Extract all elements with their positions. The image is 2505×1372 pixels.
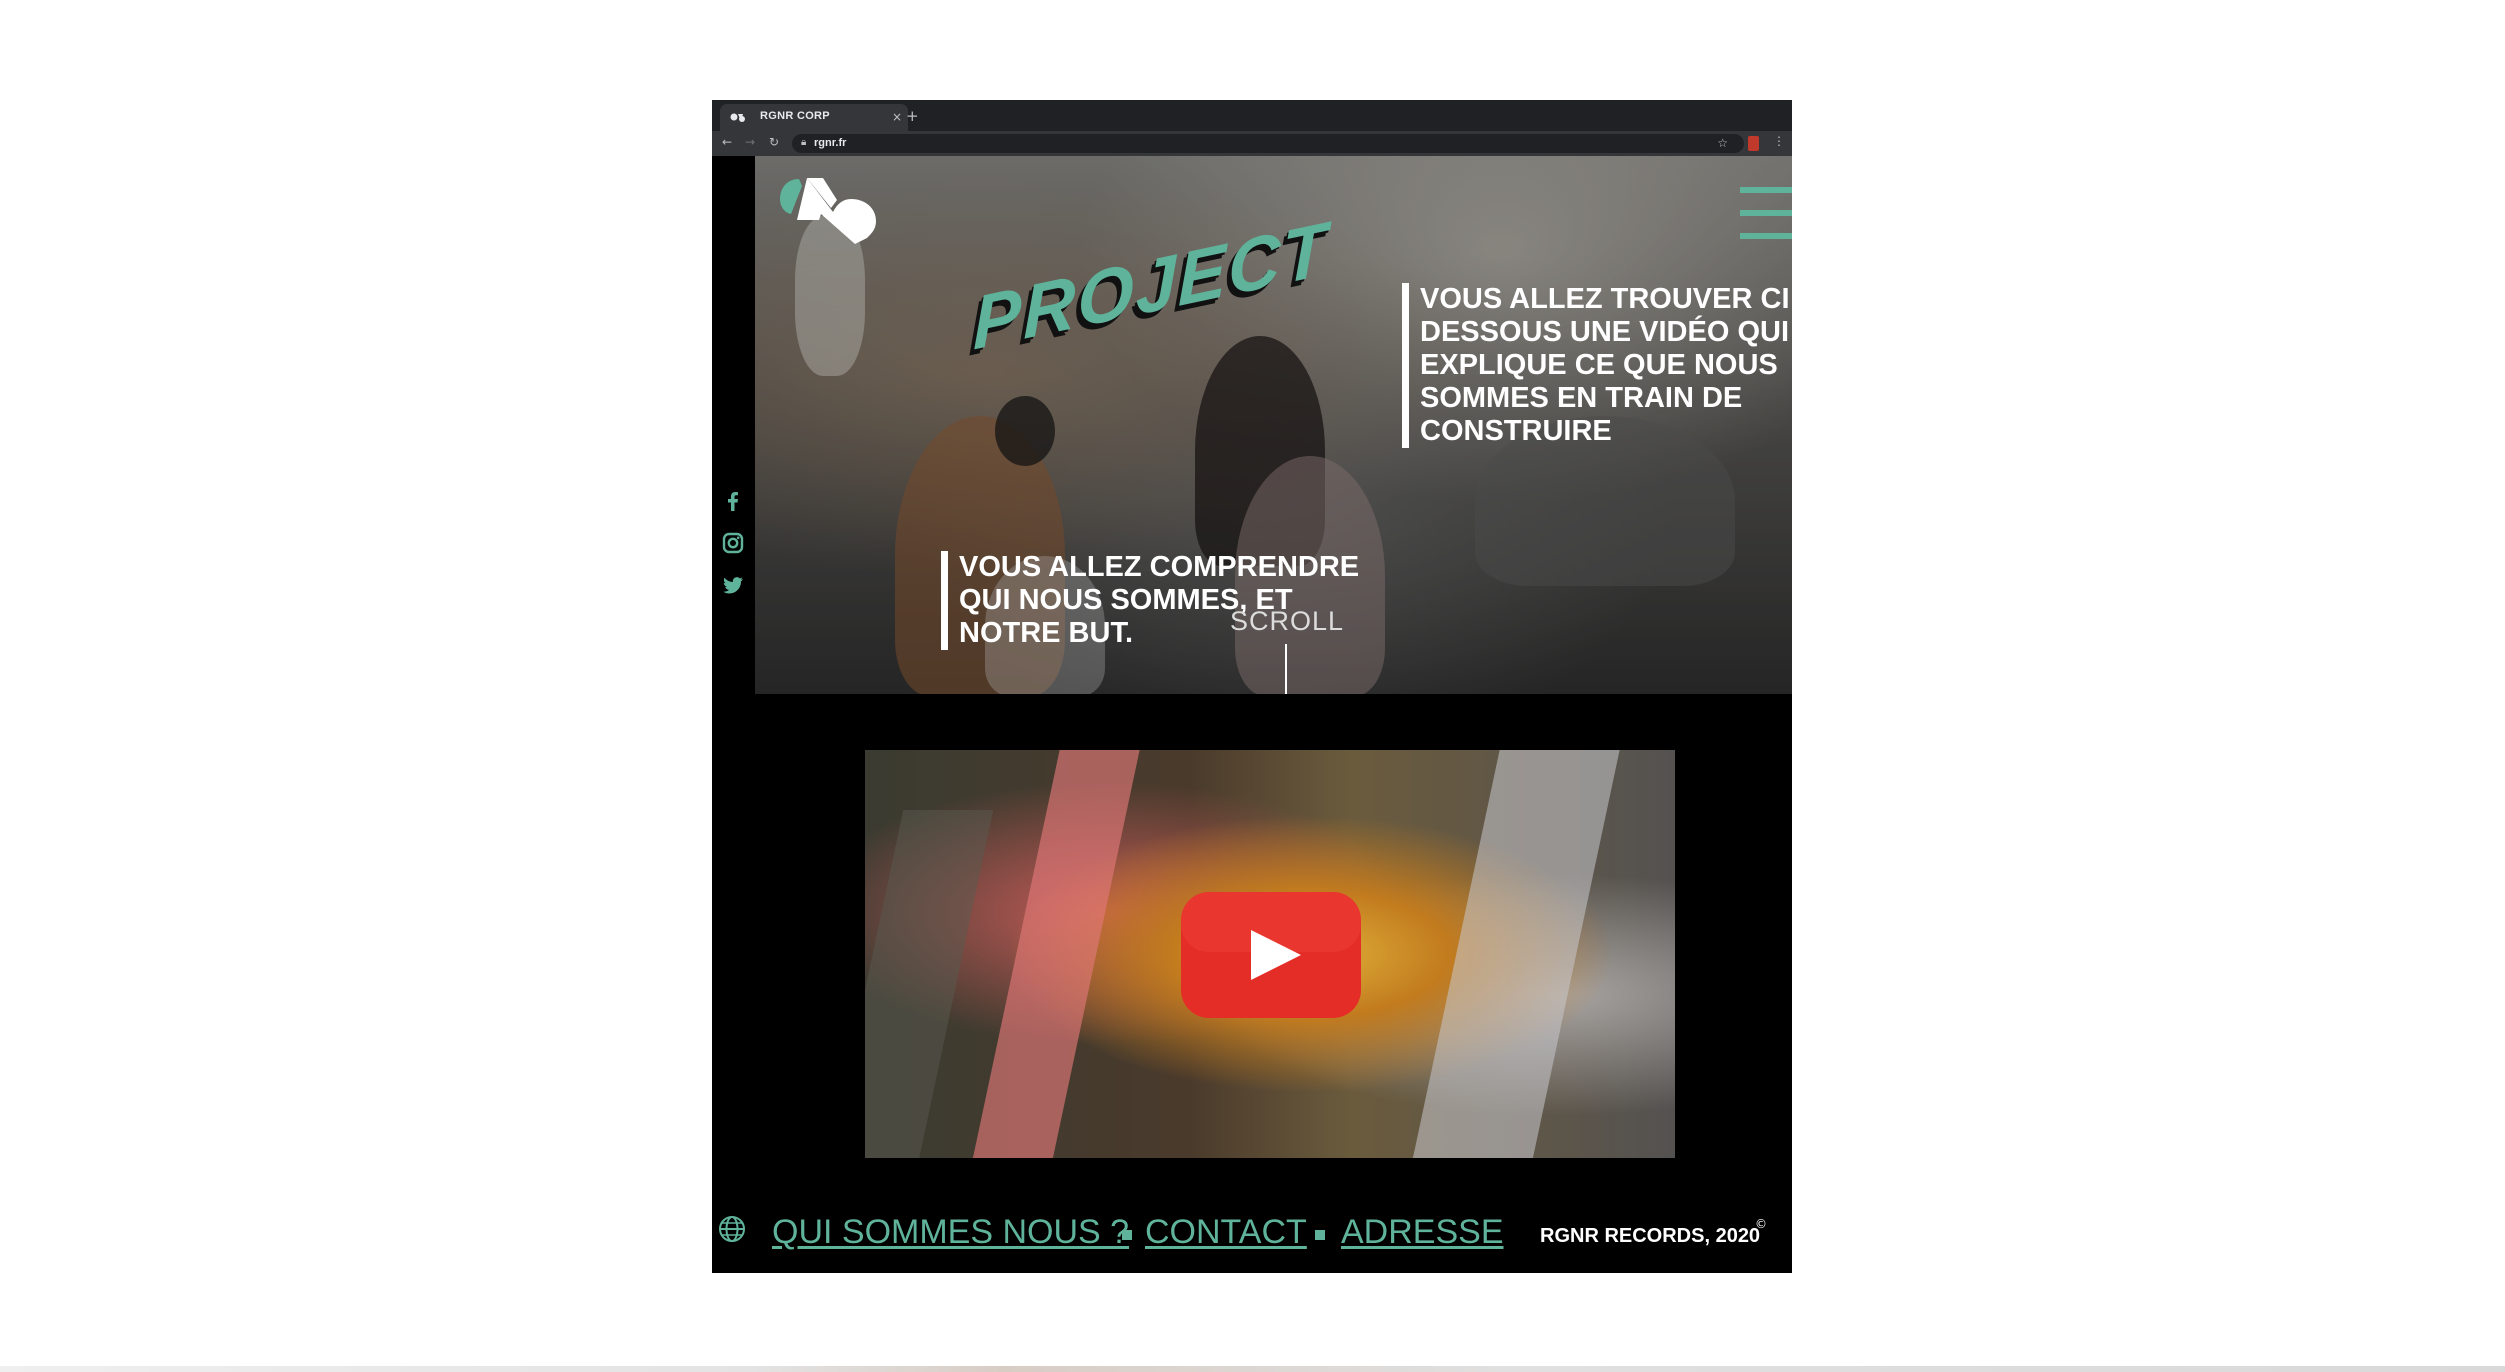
video-intro-text: VOUS ALLEZ TROUVER CI DESSOUS UNE VIDÉO … <box>1402 283 1792 448</box>
browser-toolbar: ← → ↻ 🔒︎ rgnr.fr ☆ ⋮ <box>712 131 1792 156</box>
tab-title: RGNR CORP <box>760 110 830 122</box>
video-frame-shape <box>1406 750 1624 1158</box>
browser-menu-icon[interactable]: ⋮ <box>1773 134 1785 148</box>
footer: QUI SOMMES NOUS ? CONTACT ADRESSE RGNR R… <box>712 1200 1792 1252</box>
footer-link-adresse[interactable]: ADRESSE <box>1341 1213 1504 1252</box>
browser-window: RGNR CORP × + ← → ↻ 🔒︎ rgnr.fr ☆ ⋮ PROJE… <box>712 100 1792 1273</box>
globe-icon[interactable] <box>718 1215 746 1243</box>
lock-icon: 🔒︎ <box>801 137 807 148</box>
scroll-indicator-label[interactable]: SCROLL <box>1230 606 1344 637</box>
back-button[interactable]: ← <box>722 135 732 149</box>
scroll-indicator-line <box>1285 644 1287 694</box>
tab-close-icon[interactable]: × <box>892 110 902 124</box>
extension-icon[interactable] <box>1748 136 1759 151</box>
address-bar[interactable]: 🔒︎ rgnr.fr ☆ <box>792 134 1744 153</box>
facebook-icon[interactable] <box>722 490 744 512</box>
url-text: rgnr.fr <box>814 137 847 149</box>
footer-link-contact[interactable]: CONTACT <box>1145 1213 1307 1252</box>
forward-button[interactable]: → <box>745 135 755 149</box>
browser-tab-bar: RGNR CORP × + <box>712 100 1792 131</box>
browser-tab[interactable]: RGNR CORP × <box>720 104 908 131</box>
footer-separator <box>1315 1230 1325 1240</box>
footer-link-qui-sommes-nous[interactable]: QUI SOMMES NOUS ? <box>772 1213 1129 1252</box>
reload-button[interactable]: ↻ <box>769 135 779 149</box>
hero-section: PROJECT VOUS ALLEZ TROUVER CI DESSOUS UN… <box>755 156 1792 694</box>
site-favicon-icon <box>730 113 745 122</box>
rgnr-logo[interactable] <box>779 174 879 244</box>
twitter-icon[interactable] <box>722 574 744 596</box>
instagram-icon[interactable] <box>722 532 744 554</box>
video-frame-shape <box>865 810 994 1158</box>
copyright-mark: © <box>1755 1217 1767 1231</box>
menu-hamburger-icon[interactable] <box>1740 187 1792 241</box>
bookmark-star-icon[interactable]: ☆ <box>1717 136 1728 150</box>
new-tab-button[interactable]: + <box>906 107 919 125</box>
bottom-edge-strip <box>0 1366 2505 1372</box>
footer-separator <box>1122 1230 1132 1240</box>
video-embed[interactable] <box>865 750 1675 1158</box>
youtube-play-icon[interactable] <box>1181 892 1361 1018</box>
copyright-text: RGNR RECORDS, 2020 <box>1540 1225 1761 1247</box>
